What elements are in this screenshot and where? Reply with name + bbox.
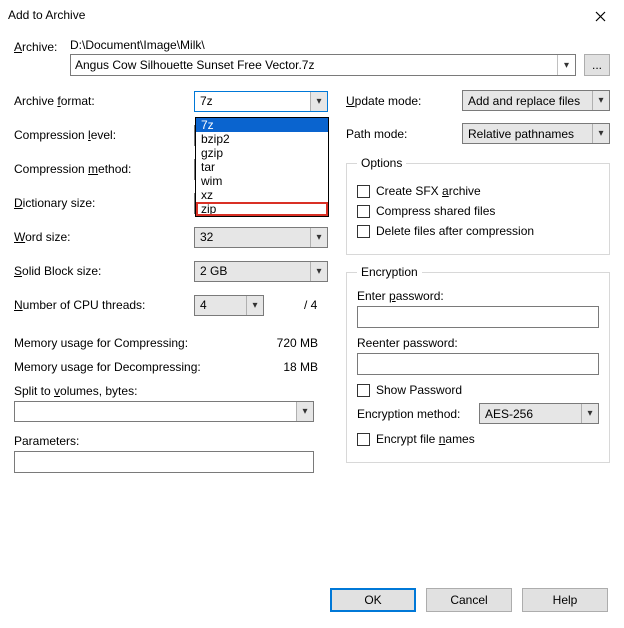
archive-format-label: Archive format: xyxy=(14,94,194,108)
encryption-group: Encryption Enter password: Reenter passw… xyxy=(346,265,610,463)
format-option-zip[interactable]: zip xyxy=(196,202,328,216)
chevron-down-icon[interactable]: ▾ xyxy=(592,91,609,110)
browse-label: ... xyxy=(592,58,602,72)
mem-decompress-value: 18 MB xyxy=(283,360,318,374)
encryption-legend: Encryption xyxy=(357,265,422,279)
show-password-label: Show Password xyxy=(376,383,462,397)
archive-label: Archive: xyxy=(14,38,70,54)
options-legend: Options xyxy=(357,156,406,170)
update-mode-combo[interactable]: Add and replace files ▾ xyxy=(462,90,610,111)
format-option-gzip[interactable]: gzip xyxy=(196,146,328,160)
archive-format-value: 7z xyxy=(200,94,213,108)
compression-level-label: Compression level: xyxy=(14,128,194,142)
close-icon xyxy=(595,11,606,22)
titlebar: Add to Archive xyxy=(0,0,624,30)
chevron-down-icon[interactable]: ▾ xyxy=(592,124,609,143)
dialog-buttons: OK Cancel Help xyxy=(330,588,608,612)
cpu-threads-label: Number of CPU threads: xyxy=(14,298,194,312)
solid-block-size-value: 2 GB xyxy=(200,264,227,278)
mem-compress-label: Memory usage for Compressing: xyxy=(14,336,188,350)
chevron-down-icon[interactable]: ▾ xyxy=(246,296,263,315)
solid-block-size-label: Solid Block size: xyxy=(14,264,194,278)
right-column: Update mode: Add and replace files ▾ Pat… xyxy=(346,90,610,473)
compress-shared-label: Compress shared files xyxy=(376,204,495,218)
close-button[interactable] xyxy=(582,4,618,28)
word-size-value: 32 xyxy=(200,230,213,244)
create-sfx-label: Create SFX archive xyxy=(376,184,481,198)
dictionary-size-label: Dictionary size: xyxy=(14,196,194,210)
parameters-input[interactable] xyxy=(14,451,314,473)
chevron-down-icon[interactable]: ▾ xyxy=(557,55,575,75)
solid-block-size-combo[interactable]: 2 GB ▾ xyxy=(194,261,328,282)
parameters-label: Parameters: xyxy=(14,434,328,448)
archive-filename-value: Angus Cow Silhouette Sunset Free Vector.… xyxy=(75,58,314,72)
archive-filename-combo[interactable]: Angus Cow Silhouette Sunset Free Vector.… xyxy=(70,54,576,76)
cpu-threads-value: 4 xyxy=(200,298,207,312)
chevron-down-icon[interactable]: ▾ xyxy=(310,92,327,111)
path-mode-value: Relative pathnames xyxy=(468,127,574,141)
window-title: Add to Archive xyxy=(8,8,85,22)
encryption-method-combo[interactable]: AES-256 ▾ xyxy=(479,403,599,424)
compress-shared-checkbox[interactable] xyxy=(357,205,370,218)
cpu-threads-total: / 4 xyxy=(304,298,317,312)
mem-decompress-label: Memory usage for Decompressing: xyxy=(14,360,201,374)
chevron-down-icon[interactable]: ▾ xyxy=(310,262,327,281)
ok-button[interactable]: OK xyxy=(330,588,416,612)
word-size-combo[interactable]: 32 ▾ xyxy=(194,227,328,248)
archive-format-dropdown-list[interactable]: 7z bzip2 gzip tar wim xz zip xyxy=(195,117,329,217)
mem-compress-value: 720 MB xyxy=(277,336,318,350)
browse-button[interactable]: ... xyxy=(584,54,610,76)
split-volumes-label: Split to volumes, bytes: xyxy=(14,384,328,398)
split-volumes-combo[interactable]: ▾ xyxy=(14,401,314,422)
options-group: Options Create SFX archive Compress shar… xyxy=(346,156,610,255)
format-option-wim[interactable]: wim xyxy=(196,174,328,188)
format-option-7z[interactable]: 7z xyxy=(196,118,328,132)
reenter-password-input[interactable] xyxy=(357,353,599,375)
update-mode-value: Add and replace files xyxy=(468,94,580,108)
format-option-xz[interactable]: xz xyxy=(196,188,328,202)
format-option-tar[interactable]: tar xyxy=(196,160,328,174)
encrypt-filenames-label: Encrypt file names xyxy=(376,432,475,446)
chevron-down-icon[interactable]: ▾ xyxy=(310,228,327,247)
create-sfx-checkbox[interactable] xyxy=(357,185,370,198)
cpu-threads-combo[interactable]: 4 ▾ xyxy=(194,295,264,316)
enter-password-input[interactable] xyxy=(357,306,599,328)
compression-method-label: Compression method: xyxy=(14,162,194,176)
reenter-password-label: Reenter password: xyxy=(357,336,599,350)
update-mode-label: Update mode: xyxy=(346,94,462,108)
show-password-checkbox[interactable] xyxy=(357,384,370,397)
archive-path-text: D:\Document\Image\Milk\ xyxy=(70,38,610,52)
enter-password-label: Enter password: xyxy=(357,289,599,303)
delete-after-label: Delete files after compression xyxy=(376,224,534,238)
path-mode-label: Path mode: xyxy=(346,127,462,141)
cancel-button[interactable]: Cancel xyxy=(426,588,512,612)
encrypt-filenames-checkbox[interactable] xyxy=(357,433,370,446)
dialog-content: Archive: D:\Document\Image\Milk\ Angus C… xyxy=(0,30,624,473)
help-button[interactable]: Help xyxy=(522,588,608,612)
format-option-bzip2[interactable]: bzip2 xyxy=(196,132,328,146)
word-size-label: Word size: xyxy=(14,230,194,244)
encryption-method-label: Encryption method: xyxy=(357,407,479,421)
path-mode-combo[interactable]: Relative pathnames ▾ xyxy=(462,123,610,144)
encryption-method-value: AES-256 xyxy=(485,407,533,421)
archive-format-combo[interactable]: 7z ▾ xyxy=(194,91,328,112)
add-to-archive-dialog: Add to Archive Archive: D:\Document\Imag… xyxy=(0,0,624,628)
delete-after-checkbox[interactable] xyxy=(357,225,370,238)
chevron-down-icon[interactable]: ▾ xyxy=(296,402,313,421)
chevron-down-icon[interactable]: ▾ xyxy=(581,404,598,423)
